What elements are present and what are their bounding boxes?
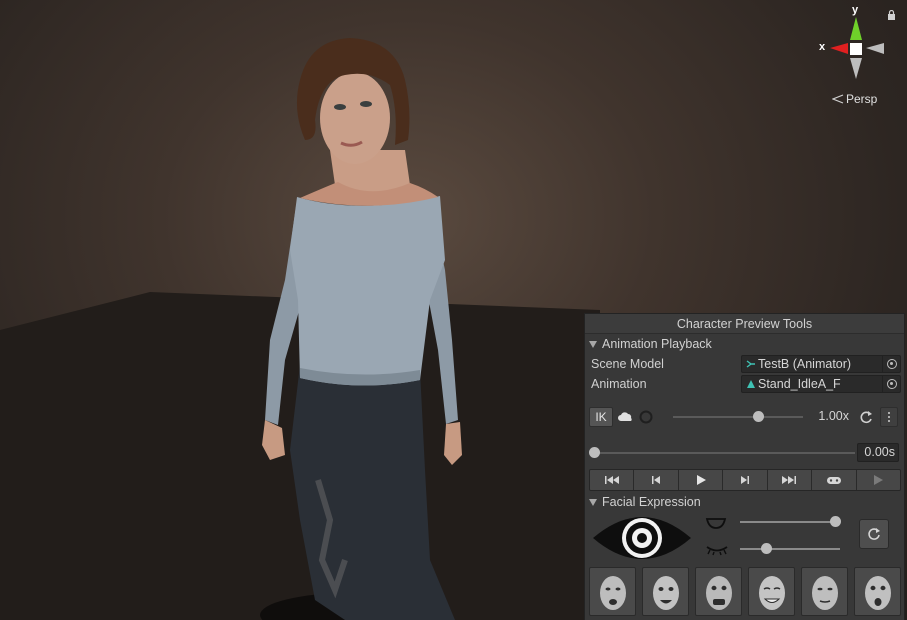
eye-gaze-icon[interactable] [591, 512, 693, 564]
facial-expression-section: Facial Expression [585, 492, 904, 512]
facial-expression-foldout[interactable]: Facial Expression [585, 492, 904, 512]
expression-preset-4[interactable] [748, 567, 795, 616]
projection-toggle[interactable]: Persp [832, 92, 877, 106]
foldout-arrow-icon [589, 340, 597, 348]
preview-play-button[interactable] [856, 470, 900, 490]
foldout-arrow-icon [589, 498, 597, 506]
playback-settings-bar: IK 1.00x [585, 404, 904, 430]
timeline-row: 0.00s [585, 442, 904, 464]
eye-blink-icon [706, 546, 728, 556]
mouth-slider-track[interactable] [740, 521, 840, 523]
skip-start-icon [604, 476, 619, 484]
animation-playback-foldout[interactable]: Animation Playback [585, 334, 904, 354]
more-options-button[interactable] [880, 407, 898, 427]
animation-row: Animation Stand_IdleA_F [585, 374, 904, 394]
orientation-gizmo[interactable]: y x Persp [812, 4, 904, 114]
animation-playback-header: Animation Playback [602, 337, 712, 351]
expression-preset-3[interactable] [695, 567, 742, 616]
skip-to-end-button[interactable] [767, 470, 813, 490]
gamepad-button[interactable] [812, 470, 857, 490]
face-neutral-icon [599, 575, 626, 610]
scene-model-row: Scene Model TestB (Animator) [585, 354, 904, 374]
animation-field[interactable]: Stand_IdleA_F [741, 375, 901, 393]
scene-model-picker-button[interactable] [882, 356, 900, 372]
time-slider-track[interactable] [593, 452, 855, 454]
animator-icon [746, 360, 755, 368]
more-vertical-icon [888, 412, 890, 422]
skip-to-start-button[interactable] [590, 470, 635, 490]
ik-toggle-button[interactable]: IK [589, 407, 613, 427]
lock-icon[interactable] [887, 10, 896, 20]
projection-label: Persp [846, 92, 878, 106]
mouth-slider-knob[interactable] [830, 516, 841, 527]
animation-clip-icon [747, 380, 755, 388]
time-value-field[interactable]: 0.00s [857, 443, 899, 462]
object-picker-icon [886, 379, 897, 389]
expression-presets [589, 567, 903, 617]
animation-label: Animation [591, 377, 647, 391]
scene-model-value: TestB (Animator) [758, 357, 852, 371]
expression-preset-2[interactable] [642, 567, 689, 616]
speed-slider-track[interactable] [673, 416, 803, 418]
mouth-open-icon [705, 518, 727, 529]
step-forward-icon [740, 476, 749, 484]
step-back-button[interactable] [634, 470, 679, 490]
panel-title: Character Preview Tools [585, 314, 904, 334]
face-fear-icon [705, 575, 732, 610]
expression-preset-1[interactable] [589, 567, 636, 616]
animation-picker-button[interactable] [882, 376, 900, 392]
face-calm-icon [811, 575, 838, 610]
time-slider-knob[interactable] [589, 447, 600, 458]
speed-value: 1.00x [818, 409, 849, 423]
character-preview-panel: Character Preview Tools Animation Playba… [584, 313, 905, 620]
cloud-icon[interactable] [618, 411, 634, 423]
animation-value: Stand_IdleA_F [758, 377, 841, 391]
expression-preset-5[interactable] [801, 567, 848, 616]
step-forward-button[interactable] [723, 470, 768, 490]
gamepad-icon [826, 477, 841, 484]
expression-preset-6[interactable] [854, 567, 901, 616]
play-outline-icon [874, 475, 884, 485]
play-icon [696, 475, 706, 485]
speed-slider-knob[interactable] [753, 411, 764, 422]
reset-speed-icon[interactable] [855, 407, 877, 427]
facial-expression-header: Facial Expression [602, 495, 701, 509]
play-button[interactable] [678, 470, 724, 490]
scene-model-field[interactable]: TestB (Animator) [741, 355, 901, 373]
scene-model-label: Scene Model [591, 357, 664, 371]
object-picker-icon [886, 359, 897, 369]
face-smile-icon [758, 575, 785, 610]
skip-end-icon [782, 476, 797, 484]
refresh-icon [868, 528, 880, 540]
step-back-icon [652, 476, 661, 484]
perspective-icon [832, 94, 844, 104]
blink-slider-track[interactable] [740, 548, 840, 550]
face-surprise-icon [652, 575, 679, 610]
face-shock-icon [864, 575, 891, 610]
loop-ring-icon[interactable] [639, 410, 653, 424]
transport-controls [589, 469, 901, 491]
reset-expression-button[interactable] [859, 519, 889, 549]
blink-slider-knob[interactable] [761, 543, 772, 554]
